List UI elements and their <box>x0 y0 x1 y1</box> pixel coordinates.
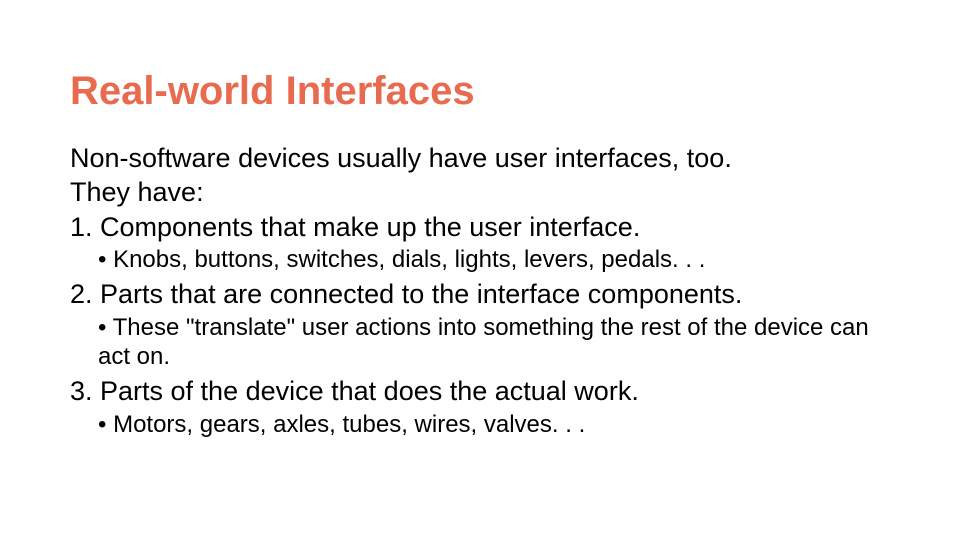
list-item-1: 1. Components that make up the user inte… <box>70 211 890 243</box>
list-item-3: 3. Parts of the device that does the act… <box>70 375 890 407</box>
slide: Real-world Interfaces Non-software devic… <box>0 0 960 540</box>
list-item-1-sub: • Knobs, buttons, switches, dials, light… <box>98 245 890 274</box>
intro-line-2: They have: <box>70 176 890 208</box>
slide-body: Non-software devices usually have user i… <box>70 142 890 439</box>
intro-line-1: Non-software devices usually have user i… <box>70 142 890 174</box>
slide-title: Real-world Interfaces <box>70 68 890 114</box>
list-item-3-sub: • Motors, gears, axles, tubes, wires, va… <box>98 410 890 439</box>
list-item-2-sub: • These "translate" user actions into so… <box>98 313 890 372</box>
list-item-2: 2. Parts that are connected to the inter… <box>70 278 890 310</box>
